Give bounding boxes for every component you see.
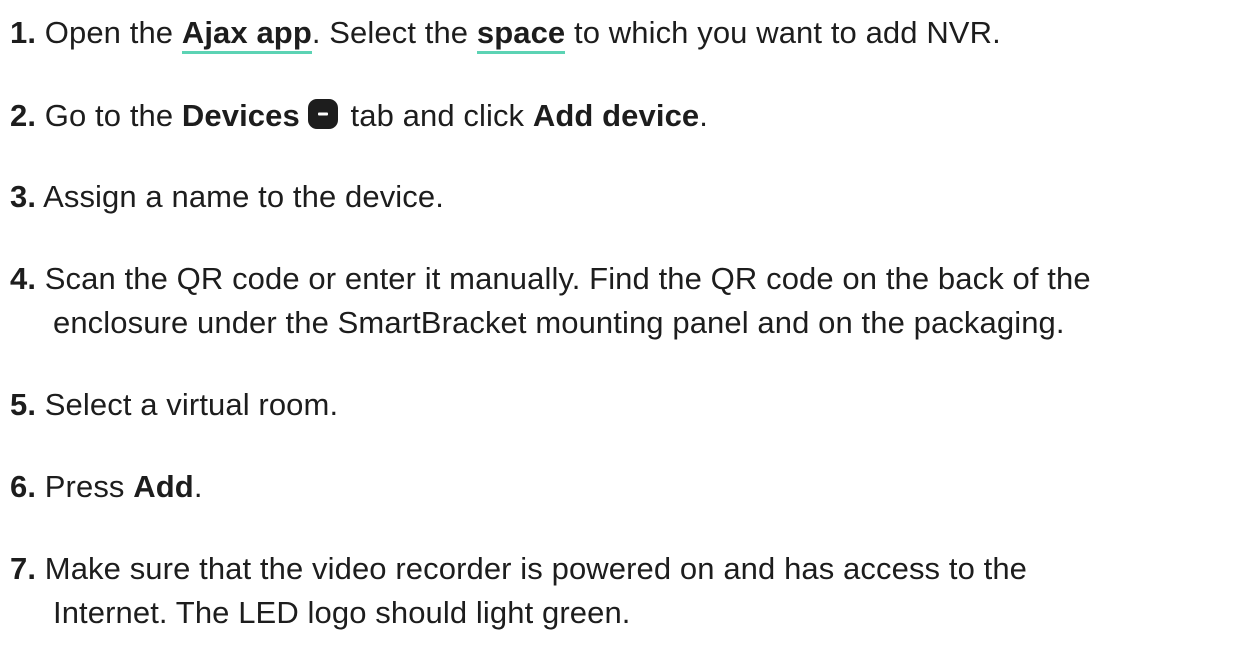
step-7: 7. Make sure that the video recorder is … xyxy=(10,547,1221,635)
step-text: . xyxy=(193,469,203,504)
step-text: Press xyxy=(44,469,134,504)
step-text: Make sure that the video recorder is pow… xyxy=(44,551,1028,586)
step-2: 2. Go to the Devices tab and click Add d… xyxy=(10,94,1221,138)
step-text: to which you want to add NVR. xyxy=(565,15,1001,50)
step-4: 4. Scan the QR code or enter it manually… xyxy=(10,257,1221,345)
step-number: 6. xyxy=(10,469,37,504)
step-text: Scan the QR code or enter it manually. F… xyxy=(44,261,1091,296)
step-number: 4. xyxy=(10,261,37,296)
step-text: . xyxy=(699,98,708,133)
ajax-app-link[interactable]: Ajax app xyxy=(181,15,312,54)
step-number: 2. xyxy=(10,98,37,133)
step-text-continued: enclosure under the SmartBracket mountin… xyxy=(53,305,1065,340)
devices-label: Devices xyxy=(181,98,300,133)
step-text: Go to the xyxy=(44,98,182,133)
devices-tab-icon xyxy=(307,99,338,129)
step-text: Assign a name to the device. xyxy=(43,179,444,214)
step-text-continued: Internet. The LED logo should light gree… xyxy=(53,595,631,630)
step-text: Select a virtual room. xyxy=(44,387,339,422)
add-device-label: Add device xyxy=(532,98,700,133)
step-5: 5. Select a virtual room. xyxy=(10,383,1221,427)
step-number: 5. xyxy=(10,387,37,422)
step-number: 3. xyxy=(10,179,37,214)
instruction-steps: 1. Open the Ajax app. Select the space t… xyxy=(0,0,1241,668)
add-label: Add xyxy=(133,469,194,504)
step-text: Open the xyxy=(44,15,182,50)
step-text: . Select the xyxy=(311,15,477,50)
step-6: 6. Press Add. xyxy=(10,465,1221,509)
step-number: 7. xyxy=(10,551,37,586)
step-1: 1. Open the Ajax app. Select the space t… xyxy=(10,11,1221,55)
space-link[interactable]: space xyxy=(476,15,566,54)
step-3: 3. Assign a name to the device. xyxy=(10,175,1221,219)
step-text: tab and click xyxy=(341,98,533,133)
step-number: 1. xyxy=(10,15,37,50)
